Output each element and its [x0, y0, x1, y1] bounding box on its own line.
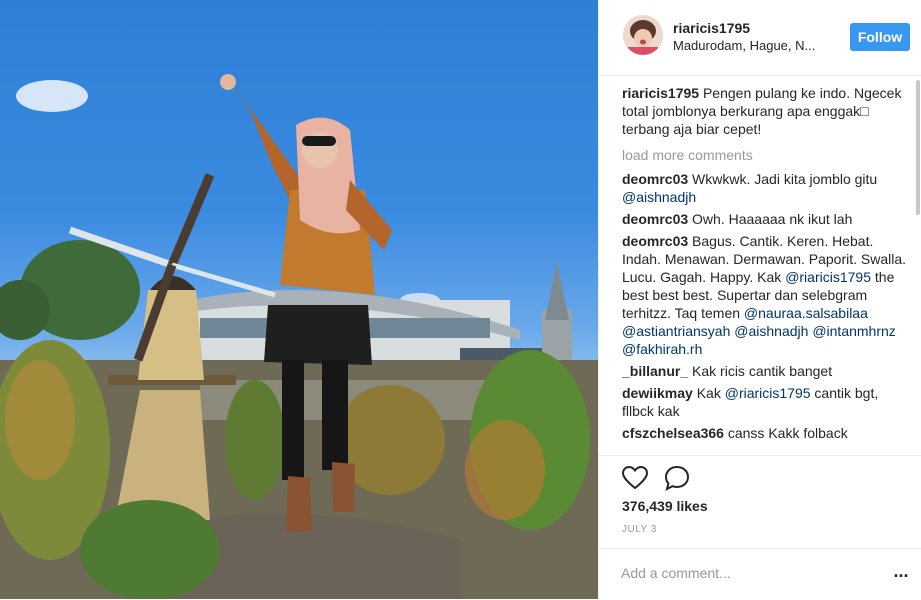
avatar[interactable] [623, 15, 663, 55]
comment-username[interactable]: cfszchelsea366 [622, 425, 724, 441]
follow-button[interactable]: Follow [850, 23, 910, 51]
comment-item: dewiikmay Kak @riaricis1795 cantik bgt, … [622, 384, 910, 420]
comment-mention[interactable]: @riaricis1795 [785, 269, 871, 285]
add-comment-input[interactable] [621, 563, 871, 583]
likes-count[interactable]: 376,439 likes [622, 498, 708, 514]
comment-mention[interactable]: @intanmhrnz [812, 323, 895, 339]
comment-username[interactable]: _billanur_ [622, 363, 688, 379]
comment-item: deomrc03 Bagus. Cantik. Keren. Hebat. In… [622, 232, 910, 358]
comment-mention[interactable]: @aishnadjh [622, 189, 696, 205]
comment-mention[interactable]: @riaricis1795 [725, 385, 811, 401]
comment-item: _billanur_ Kak ricis cantik banget [622, 362, 910, 380]
post-location[interactable]: Madurodam, Hague, N... [673, 38, 833, 53]
comments-scrollbar[interactable] [916, 80, 920, 215]
comment-mention[interactable]: @nauraa.salsabilaa [744, 305, 868, 321]
comment-mention[interactable]: @aishnadjh [734, 323, 808, 339]
post-username[interactable]: riaricis1795 [673, 20, 750, 36]
caption-username[interactable]: riaricis1795 [622, 85, 699, 101]
comment-item: cfszchelsea366 canss Kakk folback [622, 424, 910, 442]
comment-mention[interactable]: @astiantriansyah [622, 323, 730, 339]
comment-text: Wkwkwk. Jadi kita jomblo gitu [692, 171, 878, 187]
comment-item: deomrc03 Owh. Haaaaaa nk ikut lah [622, 210, 910, 228]
post-actions [599, 455, 921, 500]
post-caption: riaricis1795 Pengen pulang ke indo. Ngec… [622, 84, 910, 138]
comment-username[interactable]: dewiikmay [622, 385, 693, 401]
ellipsis-icon[interactable]: ... [891, 562, 911, 586]
post-photo[interactable] [0, 0, 598, 599]
speech-bubble-icon[interactable] [663, 464, 691, 492]
comment-username[interactable]: deomrc03 [622, 211, 688, 227]
comment-text: Kak ricis cantik banget [692, 363, 833, 379]
comment-username[interactable]: deomrc03 [622, 171, 688, 187]
comment-mention[interactable]: @fakhirah.rh [622, 341, 702, 357]
photo-illustration [0, 74, 598, 599]
comment-text: Kak [696, 385, 725, 401]
avatar-image [623, 15, 663, 55]
post-header: riaricis1795 Madurodam, Hague, N... Foll… [599, 0, 921, 76]
post-details-panel: riaricis1795 Madurodam, Hague, N... Foll… [598, 0, 921, 599]
comment-text: canss Kakk folback [727, 425, 848, 441]
load-more-comments-link[interactable]: load more comments [622, 146, 910, 164]
comment-text: Owh. Haaaaaa nk ikut lah [692, 211, 853, 227]
post-date: JULY 3 [622, 524, 657, 535]
comment-item: deomrc03 Wkwkwk. Jadi kita jomblo gitu @… [622, 170, 910, 206]
heart-outline-icon[interactable] [621, 464, 649, 492]
comments-list: riaricis1795 Pengen pulang ke indo. Ngec… [622, 84, 910, 454]
comment-form: ... [599, 548, 921, 600]
comment-username[interactable]: deomrc03 [622, 233, 688, 249]
